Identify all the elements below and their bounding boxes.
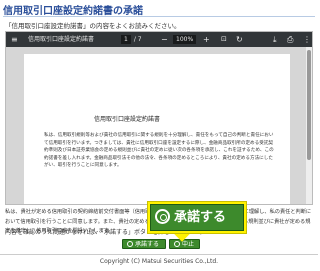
circle-icon <box>174 241 180 247</box>
zoom-level[interactable]: 100% <box>173 35 197 44</box>
more-options-icon[interactable]: ⋮ <box>303 32 311 47</box>
page-total: / 7 <box>133 36 142 43</box>
pdf-viewer[interactable]: ≡ 信用取引口座設定約諾書 1/ 7 − 100% + ⊡ ↻ ⤓ ⎙ ⋮ 信用… <box>5 31 313 205</box>
pdf-toolbar: ≡ 信用取引口座設定約諾書 1/ 7 − 100% + ⊡ ↻ ⤓ ⎙ ⋮ <box>6 32 312 47</box>
cancel-button-label: 中止 <box>182 241 195 248</box>
title-divider <box>3 16 315 17</box>
accept-button-label: 承諾する <box>135 241 160 248</box>
circle-icon <box>155 209 170 224</box>
instruction-text: 「信用取引口座設定約諾書」の内容をよくお読みください。 <box>5 22 181 30</box>
print-icon[interactable]: ⎙ <box>287 32 293 47</box>
rotate-icon[interactable]: ↻ <box>236 32 243 47</box>
circle-icon <box>127 241 133 247</box>
document-title: 信用取引口座設定約諾書 <box>94 116 161 123</box>
zoom-out-button[interactable]: − <box>161 32 168 47</box>
file-name: 信用取引口座設定約諾書 <box>28 36 95 43</box>
page-number-input[interactable]: 1 <box>121 35 131 44</box>
menu-icon[interactable]: ≡ <box>11 32 18 47</box>
document-body: 私は、信用取引規則等および貴社の信用取引に関する規則を十分理解し、責任をもって自… <box>44 133 274 169</box>
footer-divider <box>0 254 318 255</box>
download-icon[interactable]: ⤓ <box>273 32 277 47</box>
pdf-page: 信用取引口座設定約諾書 私は、信用取引規則等および貴社の信用取引に関する規則を十… <box>24 54 290 204</box>
page-indicator: 1/ 7 <box>121 32 142 47</box>
cancel-button[interactable]: 中止 <box>169 239 200 249</box>
copyright: Copyright (C) Matsui Securities Co.,Ltd. <box>99 258 219 265</box>
accept-button-small[interactable]: 承諾する <box>122 239 166 249</box>
accept-button-large[interactable]: 承諾する <box>150 204 244 231</box>
scrollbar-thumb[interactable] <box>307 50 311 160</box>
page-title: 信用取引口座設定約諾書の承諾 <box>3 6 143 17</box>
accept-button-large-label: 承諾する <box>174 210 227 225</box>
zoom-in-button[interactable]: + <box>203 32 210 47</box>
fit-page-icon[interactable]: ⊡ <box>221 32 227 47</box>
